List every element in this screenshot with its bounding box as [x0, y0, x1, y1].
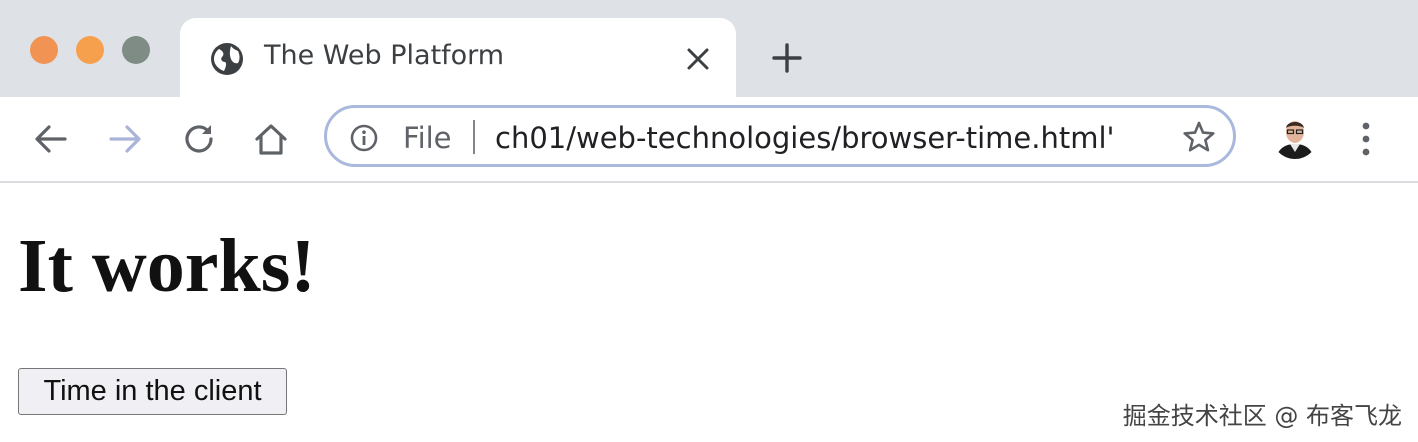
arrow-right-icon[interactable] — [106, 120, 144, 158]
page-heading: It works! — [18, 224, 316, 308]
info-icon[interactable] — [349, 123, 379, 153]
address-bar[interactable]: File 'ch01/web-technologies/browser-time… — [324, 105, 1236, 167]
star-icon[interactable] — [1182, 120, 1216, 154]
time-in-client-button[interactable]: Time in the client — [18, 368, 287, 415]
omnibox-divider — [473, 120, 475, 154]
window-close-button[interactable] — [30, 36, 58, 64]
watermark: 掘金技术社区 @ 布客飞龙 — [1122, 402, 1402, 430]
window-zoom-button[interactable] — [122, 36, 150, 64]
avatar[interactable] — [1272, 113, 1318, 159]
globe-icon — [211, 43, 243, 75]
reload-icon[interactable] — [180, 120, 218, 158]
tab-active[interactable]: The Web Platform — [180, 18, 736, 97]
tab-strip: The Web Platform — [0, 0, 1418, 97]
close-icon[interactable] — [685, 46, 711, 72]
profile-avatar-icon — [1272, 113, 1318, 159]
kebab-menu-icon[interactable] — [1352, 119, 1380, 159]
url-text[interactable]: 'ch01/web-technologies/browser-time.html — [495, 121, 1155, 155]
url-scheme-label: File — [403, 121, 452, 155]
browser-toolbar: File 'ch01/web-technologies/browser-time… — [0, 97, 1418, 183]
tab-title: The Web Platform — [264, 40, 505, 71]
plus-icon[interactable] — [772, 43, 802, 73]
arrow-left-icon[interactable] — [32, 120, 70, 158]
window-minimize-button[interactable] — [76, 36, 104, 64]
home-icon[interactable] — [252, 120, 290, 158]
